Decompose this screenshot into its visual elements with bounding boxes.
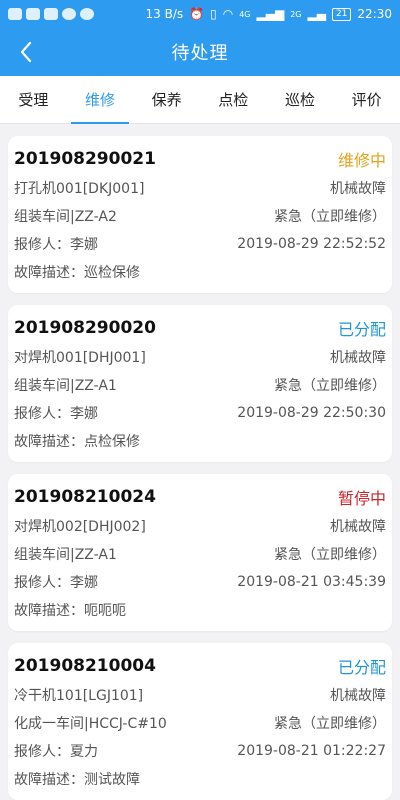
fault-type: 机械故障 (330, 181, 386, 197)
reporter: 报修人：李娜 (14, 575, 98, 591)
order-list: 201908290021 维修中 打孔机001[DKJ001] 机械故障 组装车间|… (0, 124, 400, 800)
net-speed: 13 B/s (145, 7, 184, 21)
status-indicators: 13 B/s ⏰ ▯ ◠ 4G ▂▄▆ 2G ▂▄ 21 22:30 (146, 7, 392, 21)
tab-accept[interactable]: 受理 (14, 76, 52, 124)
order-card[interactable]: 201908290020 已分配 对焊机001[DHJ001] 机械故障 组装车间|… (8, 305, 392, 462)
location: 组装车间|ZZ-A1 (14, 378, 117, 394)
equipment-name: 对焊机001[DHJ001] (14, 350, 146, 366)
fault-description: 故障描述：测试故障 (14, 772, 140, 788)
status-badge: 已分配 (337, 658, 386, 677)
tab-maintenance[interactable]: 保养 (148, 76, 186, 124)
urgency: 紧急（立即维修） (274, 716, 386, 732)
location: 组装车间|ZZ-A2 (14, 209, 117, 225)
app-notification-icon (44, 8, 58, 20)
battery-icon: 21 (331, 7, 352, 21)
signal-4g-label: 4G (239, 9, 251, 19)
clock-time: 22:30 (357, 7, 392, 21)
wifi-icon: ◠ (222, 7, 234, 21)
tab-repair[interactable]: 维修 (70, 76, 130, 124)
status-badge: 维修中 (337, 151, 386, 170)
order-id: 201908210004 (14, 656, 156, 676)
equipment-name: 打孔机001[DKJ001] (14, 181, 145, 197)
report-time: 2019-08-21 03:45:39 (237, 574, 386, 590)
notification-icons (8, 8, 94, 20)
equipment-name: 冷干机101[LGJ101] (14, 688, 144, 704)
order-card[interactable]: 201908210024 暂停中 对焊机002[DHJ002] 机械故障 组装车间|… (8, 474, 392, 631)
cell-signal-icon: ▂▄▆ (256, 7, 285, 21)
status-badge: 已分配 (337, 320, 386, 339)
fault-type: 机械故障 (330, 350, 386, 366)
alarm-icon: ⏰ (189, 7, 205, 21)
order-id: 201908290020 (14, 318, 156, 338)
equipment-name: 对焊机002[DHJ002] (14, 519, 146, 535)
fault-description: 故障描述：巡检保修 (14, 265, 140, 281)
signal-2g-label: 2G (290, 9, 302, 19)
urgency: 紧急（立即维修） (274, 547, 386, 563)
status-badge: 暂停中 (337, 489, 386, 508)
fault-type: 机械故障 (330, 519, 386, 535)
page-title: 待处理 (171, 43, 229, 64)
tab-spot-check[interactable]: 点检 (214, 76, 252, 124)
order-card[interactable]: 201908210004 已分配 冷干机101[LGJ101] 机械故障 化成一车间… (8, 643, 392, 800)
back-button[interactable] (10, 36, 42, 68)
tab-evaluation[interactable]: 评价 (348, 76, 386, 124)
cell-signal-icon: ▂▄ (307, 7, 326, 21)
status-bar: 13 B/s ⏰ ▯ ◠ 4G ▂▄▆ 2G ▂▄ 21 22:30 (0, 0, 400, 28)
chevron-left-icon (20, 41, 32, 63)
report-time: 2019-08-29 22:50:30 (237, 405, 386, 421)
nav-bar: 待处理 (0, 28, 400, 76)
tab-patrol[interactable]: 巡检 (281, 76, 319, 124)
app-notification-icon (26, 8, 40, 20)
location: 组装车间|ZZ-A1 (14, 547, 117, 563)
reporter: 报修人：夏力 (14, 744, 98, 760)
category-tabs: 受理 维修 保养 点检 巡检 评价 (0, 76, 400, 124)
urgency: 紧急（立即维修） (274, 378, 386, 394)
order-id: 201908290021 (14, 149, 156, 169)
app-header: 13 B/s ⏰ ▯ ◠ 4G ▂▄▆ 2G ▂▄ 21 22:30 待处理 (0, 0, 400, 76)
vibrate-icon: ▯ (210, 7, 217, 21)
order-id: 201908210024 (14, 487, 156, 507)
message-icon (62, 8, 76, 20)
fault-description: 故障描述：呃呃呃 (14, 603, 126, 619)
location: 化成一车间|HCCJ-C#10 (14, 716, 167, 732)
report-time: 2019-08-21 01:22:27 (237, 743, 386, 759)
fault-description: 故障描述：点检保修 (14, 434, 140, 450)
order-card[interactable]: 201908290021 维修中 打孔机001[DKJ001] 机械故障 组装车间|… (8, 136, 392, 293)
urgency: 紧急（立即维修） (274, 209, 386, 225)
reporter: 报修人：李娜 (14, 237, 98, 253)
app-notification-icon (80, 8, 94, 20)
reporter: 报修人：李娜 (14, 406, 98, 422)
report-time: 2019-08-29 22:52:52 (237, 236, 386, 252)
fault-type: 机械故障 (330, 688, 386, 704)
app-notification-icon (8, 8, 22, 20)
